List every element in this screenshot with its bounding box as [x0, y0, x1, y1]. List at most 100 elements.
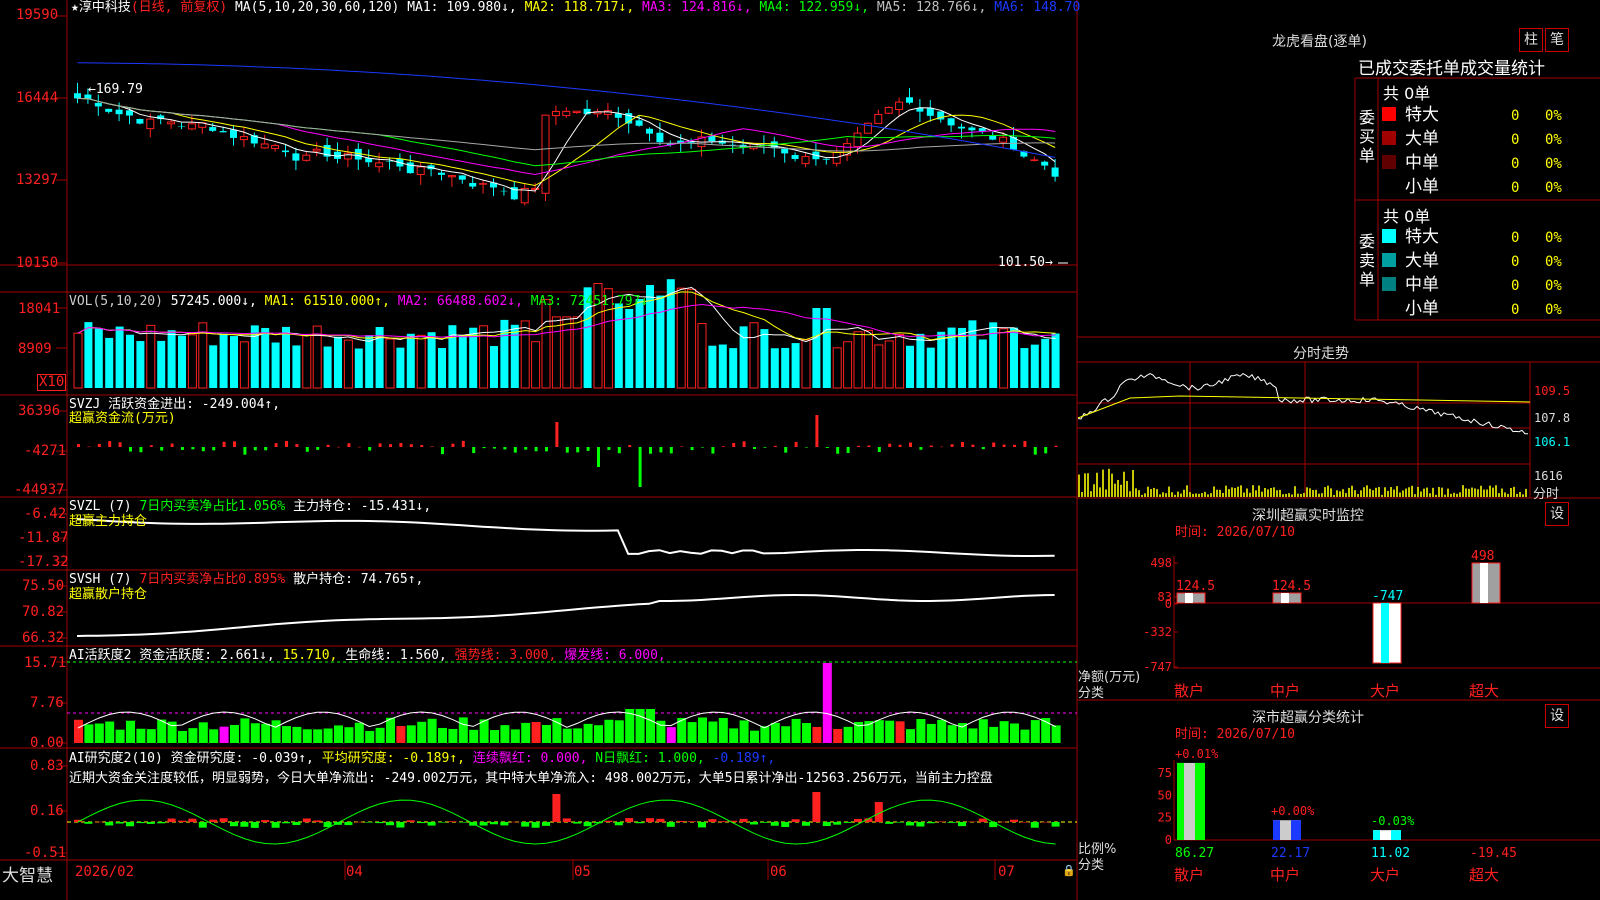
ai-research-bar-32 [406, 820, 415, 822]
sz-monitor-bar-hl-2 [1381, 603, 1389, 663]
low-price-label: 101.50→ [998, 255, 1053, 270]
price-axis-4: 10150 [16, 255, 59, 271]
intraday-vol-bar-21 [1099, 487, 1101, 497]
svzj-bar-53 [628, 445, 632, 447]
svzj-bar-62 [721, 446, 725, 447]
candle-body-46 [551, 110, 560, 117]
ai-active-bar-32 [406, 725, 416, 743]
ai-active-bar-74 [843, 726, 853, 743]
svzj-axis-2: -4271 [24, 443, 67, 459]
vol-unit-badge[interactable]: X10 [37, 374, 67, 391]
svzj-bar-11 [191, 447, 195, 450]
intraday-vol-bar-153 [1231, 487, 1233, 497]
brand-logo[interactable]: 大智慧 [2, 861, 53, 886]
svzj-bar-37 [461, 440, 465, 447]
ai-research-bar-21 [292, 822, 301, 826]
vol-bar-3 [105, 337, 114, 388]
svzj-bar-85 [961, 442, 964, 447]
ma1-value: MA1: 109.980↓, [407, 0, 517, 15]
intraday-vol-bar-189 [1267, 489, 1269, 497]
ai-research-bar-18 [261, 820, 270, 822]
lock-icon[interactable]: 🔒 [1062, 863, 1076, 879]
sz-monitor-title: 深圳超赢实时监控 [1252, 508, 1364, 524]
period-label[interactable]: (日线, 前复权) [131, 0, 227, 15]
svzj-bar-7 [149, 445, 153, 447]
intraday-vol-bar-30 [1108, 468, 1110, 497]
intraday-vol-bar-192 [1270, 488, 1272, 497]
candle-body-69 [791, 155, 799, 159]
vol-bar-65 [749, 322, 759, 389]
ai-research-bar-12 [198, 822, 207, 828]
sell-row-label-2: 中单 [1405, 275, 1439, 295]
svzl-subtitle: 超赢主力持仓 [69, 514, 148, 529]
intraday-vol-bar-315 [1393, 489, 1395, 497]
ai-research-bar-6 [136, 822, 145, 824]
sell-side-char-1: 委 [1359, 232, 1376, 251]
candle-body-38 [469, 182, 477, 187]
candle-body-26 [343, 152, 352, 160]
intraday-vol-bar-348 [1426, 487, 1428, 497]
candle-body-45 [541, 114, 550, 194]
ai-active-bar-24 [323, 728, 333, 743]
candle-body-20 [282, 150, 289, 153]
tick-view-button[interactable]: 笔 [1545, 28, 1569, 52]
candle-body-6 [136, 118, 144, 124]
buy-row-pct-1: 0% [1545, 132, 1562, 148]
ai-active-bar-55 [646, 709, 655, 743]
ai-research-bar-72 [822, 822, 831, 827]
ai-active-bar-1 [84, 724, 94, 743]
intraday-vol-bar-75 [1153, 487, 1155, 497]
ai-research-bar-91 [1020, 821, 1029, 823]
svzj-bar-67 [773, 445, 777, 447]
ai-active-bar-62 [718, 717, 728, 743]
ai-active-bar-25 [334, 725, 343, 743]
intraday-vol-bar-444 [1522, 494, 1524, 497]
candle-body-56 [656, 132, 664, 143]
intraday-vol-bar-48 [1126, 480, 1128, 497]
svsh-pos: 散户持仓: 74.765↑, [293, 572, 424, 587]
svsh-ratio: 7日内买卖净占比0.895% [139, 572, 286, 587]
ai-active-bar-22 [302, 729, 312, 743]
intraday-vol-bar-111 [1189, 492, 1191, 497]
ai-active-bar-6 [136, 728, 146, 743]
vol-bar-91 [1020, 348, 1029, 388]
intraday-axis-1: 109.5 [1534, 384, 1571, 398]
ai-research-bar-35 [438, 822, 446, 823]
intraday-axis-2: 107.8 [1534, 411, 1571, 425]
vol-bar-74 [843, 341, 853, 389]
sz-monitor-settings-button[interactable]: 设 [1545, 502, 1569, 526]
ai-research-comment: 近期大资金关注度较低，明显弱势，今日大单净流出: -249.002万元，其中特大… [69, 771, 993, 786]
intraday-vol-bar-63 [1141, 494, 1143, 497]
svzj-bar-82 [929, 445, 933, 447]
vol-ma3: MA3: 72451.797↓ [530, 294, 649, 309]
ai-active-bar-17 [250, 723, 260, 743]
intraday-vol-bar-81 [1159, 494, 1161, 497]
sz-class-ylabel-3: 0 [1165, 833, 1172, 847]
vol-bar-68 [781, 347, 790, 388]
sz-class-cat-3: 超大 [1469, 866, 1499, 884]
ai-active-bar-52 [614, 720, 624, 743]
stock-name[interactable]: 淳中科技 [79, 0, 131, 15]
buy-row-swatch-0 [1382, 107, 1396, 121]
svzl-axis-1: -6.42 [24, 506, 67, 522]
bar-view-button[interactable]: 柱 [1519, 28, 1543, 52]
ai-research-bar-61 [708, 819, 717, 822]
ai-research-bar-34 [427, 822, 436, 826]
svzj-bar-12 [201, 447, 205, 452]
intraday-vol-bar-264 [1342, 489, 1344, 497]
candle-body-10 [178, 126, 185, 128]
ai-active-bar-80 [906, 729, 915, 743]
ai-research-bar-2 [94, 821, 103, 823]
sz-class-settings-button[interactable]: 设 [1545, 704, 1569, 728]
date-tick-3: 06 [770, 864, 787, 880]
candle-body-16 [239, 136, 248, 141]
star-icon: ★ [71, 0, 79, 15]
intraday-vol-bar-357 [1435, 494, 1437, 497]
svzj-bar-75 [857, 445, 860, 447]
vol-bar-90 [1010, 327, 1018, 388]
ai-active-bar-10 [178, 730, 187, 743]
vol-title: VOL(5,10,20) [69, 294, 163, 309]
intraday-vol-bar-375 [1453, 492, 1455, 497]
ai-research-bar-56 [656, 818, 665, 822]
vol-bar-24 [323, 346, 332, 388]
